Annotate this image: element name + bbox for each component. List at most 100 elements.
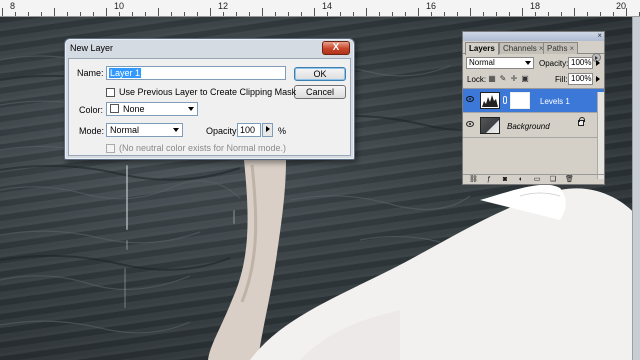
mode-dropdown-value: Normal (110, 125, 140, 135)
ruler-tick (470, 8, 471, 16)
ruler-tick (444, 12, 445, 16)
ruler-tick (106, 8, 107, 16)
chevron-right-icon[interactable] (596, 60, 600, 66)
link-layers-icon[interactable]: ⛓ (469, 176, 478, 183)
lock-image-icon[interactable]: ✎ (498, 74, 508, 84)
ruler-tick (535, 12, 536, 16)
ruler-tick (223, 12, 224, 16)
chevron-right-icon[interactable] (596, 76, 600, 82)
ruler-tick (275, 12, 276, 16)
layer-mask-thumbnail[interactable] (510, 92, 530, 109)
background-layer-thumbnail[interactable] (480, 117, 500, 134)
ruler-tick (288, 12, 289, 16)
fill-label: Fill: (555, 75, 568, 84)
ruler-tick (574, 8, 575, 16)
ruler-tick (67, 12, 68, 16)
ruler-tick (41, 12, 42, 16)
lock-all-icon[interactable]: ▣ (520, 74, 530, 84)
lock-icon (578, 117, 585, 126)
ruler-tick (132, 12, 133, 16)
color-label: Color: (79, 105, 104, 115)
ruler-label: 10 (114, 1, 125, 11)
layer-row-background[interactable]: Background (463, 114, 604, 138)
use-previous-layer-label: Use Previous Layer to Create Clipping Ma… (119, 87, 297, 97)
ruler-tick (379, 12, 380, 16)
ruler-tick (80, 12, 81, 16)
swan-body (250, 188, 640, 360)
fill-input[interactable]: 100% (568, 73, 593, 85)
visibility-eye-icon[interactable] (466, 96, 474, 102)
adjustment-layer-thumbnail[interactable] (480, 92, 500, 109)
dialog-title: New Layer (70, 43, 114, 53)
lock-transparent-icon[interactable]: ▦ (487, 74, 497, 84)
ruler-label: 14 (322, 1, 333, 11)
color-dropdown[interactable]: None (106, 102, 198, 116)
ruler-tick (158, 8, 159, 16)
ruler-label: 20 (616, 1, 627, 11)
ruler-tick (340, 12, 341, 16)
use-previous-layer-checkbox[interactable] (106, 88, 115, 97)
panel-bottom-toolbar: ⛓ ƒ ◙ ◐ ▭ ❏ 🗑 (463, 174, 604, 184)
lock-position-icon[interactable]: ✛ (509, 74, 519, 84)
panel-opacity-input[interactable]: 100% (568, 57, 593, 69)
panel-titlebar[interactable]: × (463, 31, 604, 41)
mode-dropdown[interactable]: Normal (106, 123, 183, 137)
ruler-tick (145, 12, 146, 16)
opacity-label: Opacity: (206, 126, 240, 136)
neutral-color-label: (No neutral color exists for Normal mode… (119, 143, 287, 153)
tab-channels[interactable]: Channels × (499, 42, 548, 54)
ruler-tick (366, 8, 367, 16)
tab-layers[interactable]: Layers (465, 42, 499, 55)
ruler-tick (587, 12, 588, 16)
ruler-tick (626, 8, 627, 16)
panel-tabs: Layers Channels × Paths × (463, 41, 604, 62)
layer-name-input[interactable]: Layer 1 (106, 66, 286, 80)
trash-icon[interactable]: 🗑 (565, 176, 574, 183)
opacity-input[interactable]: 100 (237, 123, 261, 137)
chevron-down-icon (188, 107, 194, 111)
chevron-right-icon (266, 126, 270, 132)
new-layer-dialog: New Layer X Name: Layer 1 OK Cancel Use … (64, 38, 355, 160)
layers-panel: × Layers Channels × Paths × Normal Opacity… (462, 31, 605, 185)
mode-label: Mode: (79, 126, 105, 136)
dialog-body: Name: Layer 1 OK Cancel Use Previous Lay… (68, 58, 351, 156)
water-drip (126, 240, 128, 250)
group-folder-icon[interactable]: ▭ (533, 176, 541, 183)
add-mask-icon[interactable]: ◙ (501, 176, 509, 183)
tab-channels-label: Channels (503, 44, 537, 53)
dialog-close-button[interactable]: X (322, 41, 350, 55)
tab-close-icon[interactable]: × (569, 44, 574, 53)
adjustment-layer-icon[interactable]: ◐ (517, 176, 525, 183)
horizontal-ruler[interactable]: 8 10 12 14 16 18 20 (0, 0, 640, 17)
ruler-tick (93, 12, 94, 16)
ruler-tick (418, 8, 419, 16)
chain-link-icon[interactable] (503, 96, 507, 104)
layers-scrollbar[interactable] (597, 92, 604, 179)
ruler-tick (457, 12, 458, 16)
canvas-scrollbar[interactable] (632, 17, 640, 360)
ok-button[interactable]: OK (294, 67, 346, 81)
lock-label: Lock: (467, 75, 487, 84)
cancel-button[interactable]: Cancel (294, 85, 346, 99)
layer-style-icon[interactable]: ƒ (485, 176, 493, 183)
ruler-tick (2, 8, 3, 16)
panel-close-icon[interactable]: × (597, 31, 602, 40)
layer-row-levels[interactable]: Levels 1 (463, 89, 604, 113)
neutral-color-checkbox[interactable] (106, 144, 115, 153)
ruler-tick (54, 8, 55, 16)
ruler-label: 8 (10, 1, 16, 11)
ruler-label: 18 (530, 1, 541, 11)
opacity-unit: % (278, 126, 287, 136)
color-dropdown-value: None (123, 104, 145, 114)
blend-mode-dropdown[interactable]: Normal (466, 57, 534, 69)
opacity-slider-button[interactable] (262, 123, 273, 137)
new-layer-icon[interactable]: ❏ (549, 176, 557, 183)
ruler-tick (15, 12, 16, 16)
visibility-eye-icon[interactable] (466, 121, 474, 127)
ruler-tick (431, 12, 432, 16)
tab-paths[interactable]: Paths × (543, 42, 579, 54)
color-swatch (110, 104, 119, 113)
ruler-tick (353, 12, 354, 16)
chevron-down-icon (525, 61, 531, 65)
ruler-tick (561, 12, 562, 16)
